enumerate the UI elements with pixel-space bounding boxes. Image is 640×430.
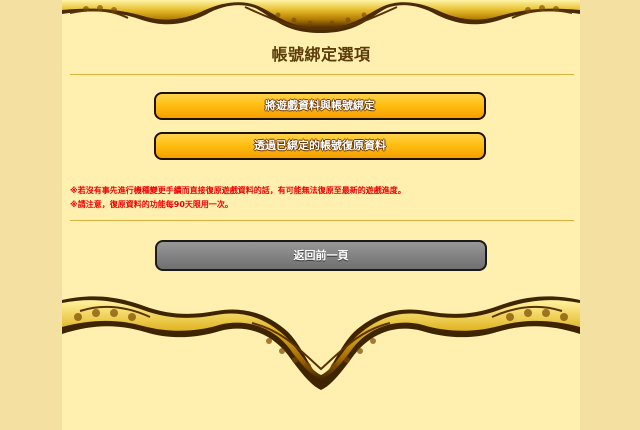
warning-note: ※若沒有事先進行機種變更手續而直接復原遊戲資料的話，有可能無法復原至最新的遊戲進… <box>70 186 406 195</box>
account-binding-page: 帳號綁定選項 將遊戲資料與帳號綁定 透過已綁定的帳號復原資料 ※若沒有事先進行機… <box>0 0 640 430</box>
bottom-ornament <box>62 296 580 390</box>
page-title: 帳號綁定選項 <box>271 45 371 64</box>
top-ornament <box>62 0 580 33</box>
content-panel: 帳號綁定選項 將遊戲資料與帳號綁定 透過已綁定的帳號復原資料 ※若沒有事先進行機… <box>62 0 580 430</box>
back-button[interactable]: 返回前一頁 <box>155 240 487 271</box>
notes-divider <box>70 220 574 221</box>
title-divider <box>70 74 574 75</box>
bind-game-data-button[interactable]: 將遊戲資料與帳號綁定 <box>154 92 486 120</box>
warning-notes: ※若沒有事先進行機種變更手續而直接復原遊戲資料的話，有可能無法復原至最新的遊戲進… <box>70 184 570 212</box>
warning-note: ※請注意，復原資料的功能每90天限用一次。 <box>70 200 233 209</box>
restore-from-bound-account-button[interactable]: 透過已綁定的帳號復原資料 <box>154 132 486 160</box>
